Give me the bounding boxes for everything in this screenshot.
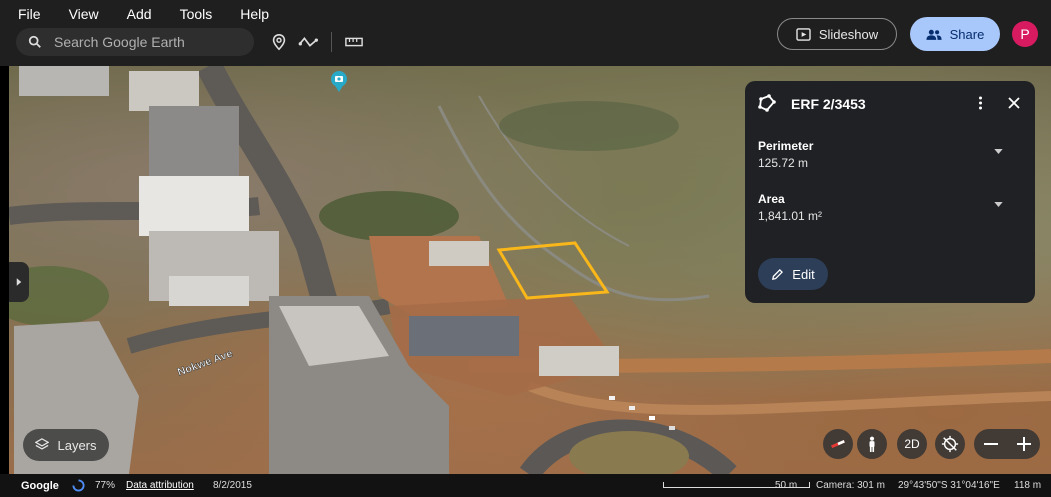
- toolbar-divider: [331, 32, 332, 52]
- plus-icon: [1016, 437, 1031, 451]
- pencil-icon: [772, 268, 784, 280]
- data-attribution-link[interactable]: Data attribution: [126, 480, 194, 492]
- status-bar: Google 77% Data attribution 8/2/2015 50 …: [0, 474, 1051, 497]
- minus-icon: [983, 443, 998, 445]
- menu-view[interactable]: View: [69, 6, 99, 22]
- menu-help[interactable]: Help: [240, 6, 269, 22]
- perimeter-label: Perimeter: [758, 139, 814, 153]
- search-box[interactable]: [16, 28, 254, 56]
- top-bar: File View Add Tools Help Search Google E…: [0, 0, 1051, 66]
- street-label: Nokwe Ave: [176, 348, 234, 379]
- feature-info-card: ERF 2/3453 Perimeter 125.72 m Area 1,841…: [745, 81, 1035, 303]
- pegman-icon: [869, 436, 875, 452]
- google-logo: Google: [21, 480, 59, 492]
- zoom-out-button[interactable]: [974, 429, 1007, 459]
- layers-button[interactable]: Layers: [23, 429, 109, 461]
- placemark-button[interactable]: [268, 31, 290, 53]
- elevation: 118 m: [1014, 480, 1042, 491]
- compass-button[interactable]: [823, 429, 853, 459]
- search-icon: [28, 35, 41, 48]
- area-label: Area: [758, 192, 785, 206]
- area-value: 1,841.01 m²: [758, 209, 823, 223]
- people-icon: [926, 29, 942, 40]
- measure-button[interactable]: [343, 31, 365, 53]
- photo-marker[interactable]: [331, 71, 347, 92]
- chevron-down-icon[interactable]: [994, 202, 1003, 207]
- more-options-icon[interactable]: [978, 95, 983, 111]
- loading-progress: 77%: [95, 480, 116, 491]
- location-pin-icon: [272, 33, 286, 51]
- reset-view-button[interactable]: [935, 429, 965, 459]
- share-label: Share: [949, 26, 985, 42]
- compass-icon: [831, 440, 845, 448]
- layers-label: Layers: [57, 437, 97, 453]
- parcel-polygon[interactable]: [496, 241, 610, 300]
- scale-label: 50 m: [775, 480, 798, 491]
- feature-title: ERF 2/3453: [791, 96, 866, 112]
- zoom-in-button[interactable]: [1007, 429, 1040, 459]
- share-button[interactable]: Share: [910, 17, 1000, 51]
- menu-bar: File View Add Tools Help: [18, 6, 297, 22]
- coordinates: 29°43'50"S 31°04'16"E: [898, 480, 1000, 491]
- perimeter-value: 125.72 m: [758, 156, 809, 170]
- avatar[interactable]: P: [1012, 21, 1038, 47]
- chevron-down-icon[interactable]: [994, 149, 1003, 154]
- slideshow-button[interactable]: Slideshow: [777, 18, 897, 50]
- layers-icon: [35, 438, 50, 450]
- toggle-2d-button[interactable]: 2D: [897, 429, 927, 459]
- slideshow-label: Slideshow: [818, 26, 879, 42]
- zoom-controls: [974, 429, 1040, 459]
- camera-altitude: Camera: 301 m: [816, 480, 885, 491]
- menu-add[interactable]: Add: [127, 6, 152, 22]
- imagery-date: 8/2/2015: [213, 480, 252, 491]
- chevron-right-icon: [16, 278, 22, 286]
- edit-button[interactable]: Edit: [758, 258, 828, 290]
- loading-spinner-icon: [72, 479, 85, 492]
- slideshow-icon: [796, 27, 811, 41]
- polygon-icon: [758, 94, 776, 112]
- draw-path-button[interactable]: [298, 31, 320, 53]
- ruler-icon: [345, 37, 363, 47]
- street-view-button[interactable]: [857, 429, 887, 459]
- sidebar-toggle[interactable]: [9, 262, 29, 302]
- menu-file[interactable]: File: [18, 6, 41, 22]
- tilt-reset-icon: [941, 435, 959, 453]
- edit-label: Edit: [792, 266, 815, 282]
- path-icon: [298, 37, 318, 47]
- search-input[interactable]: [54, 28, 244, 56]
- menu-tools[interactable]: Tools: [180, 6, 213, 22]
- close-icon[interactable]: [1008, 97, 1020, 109]
